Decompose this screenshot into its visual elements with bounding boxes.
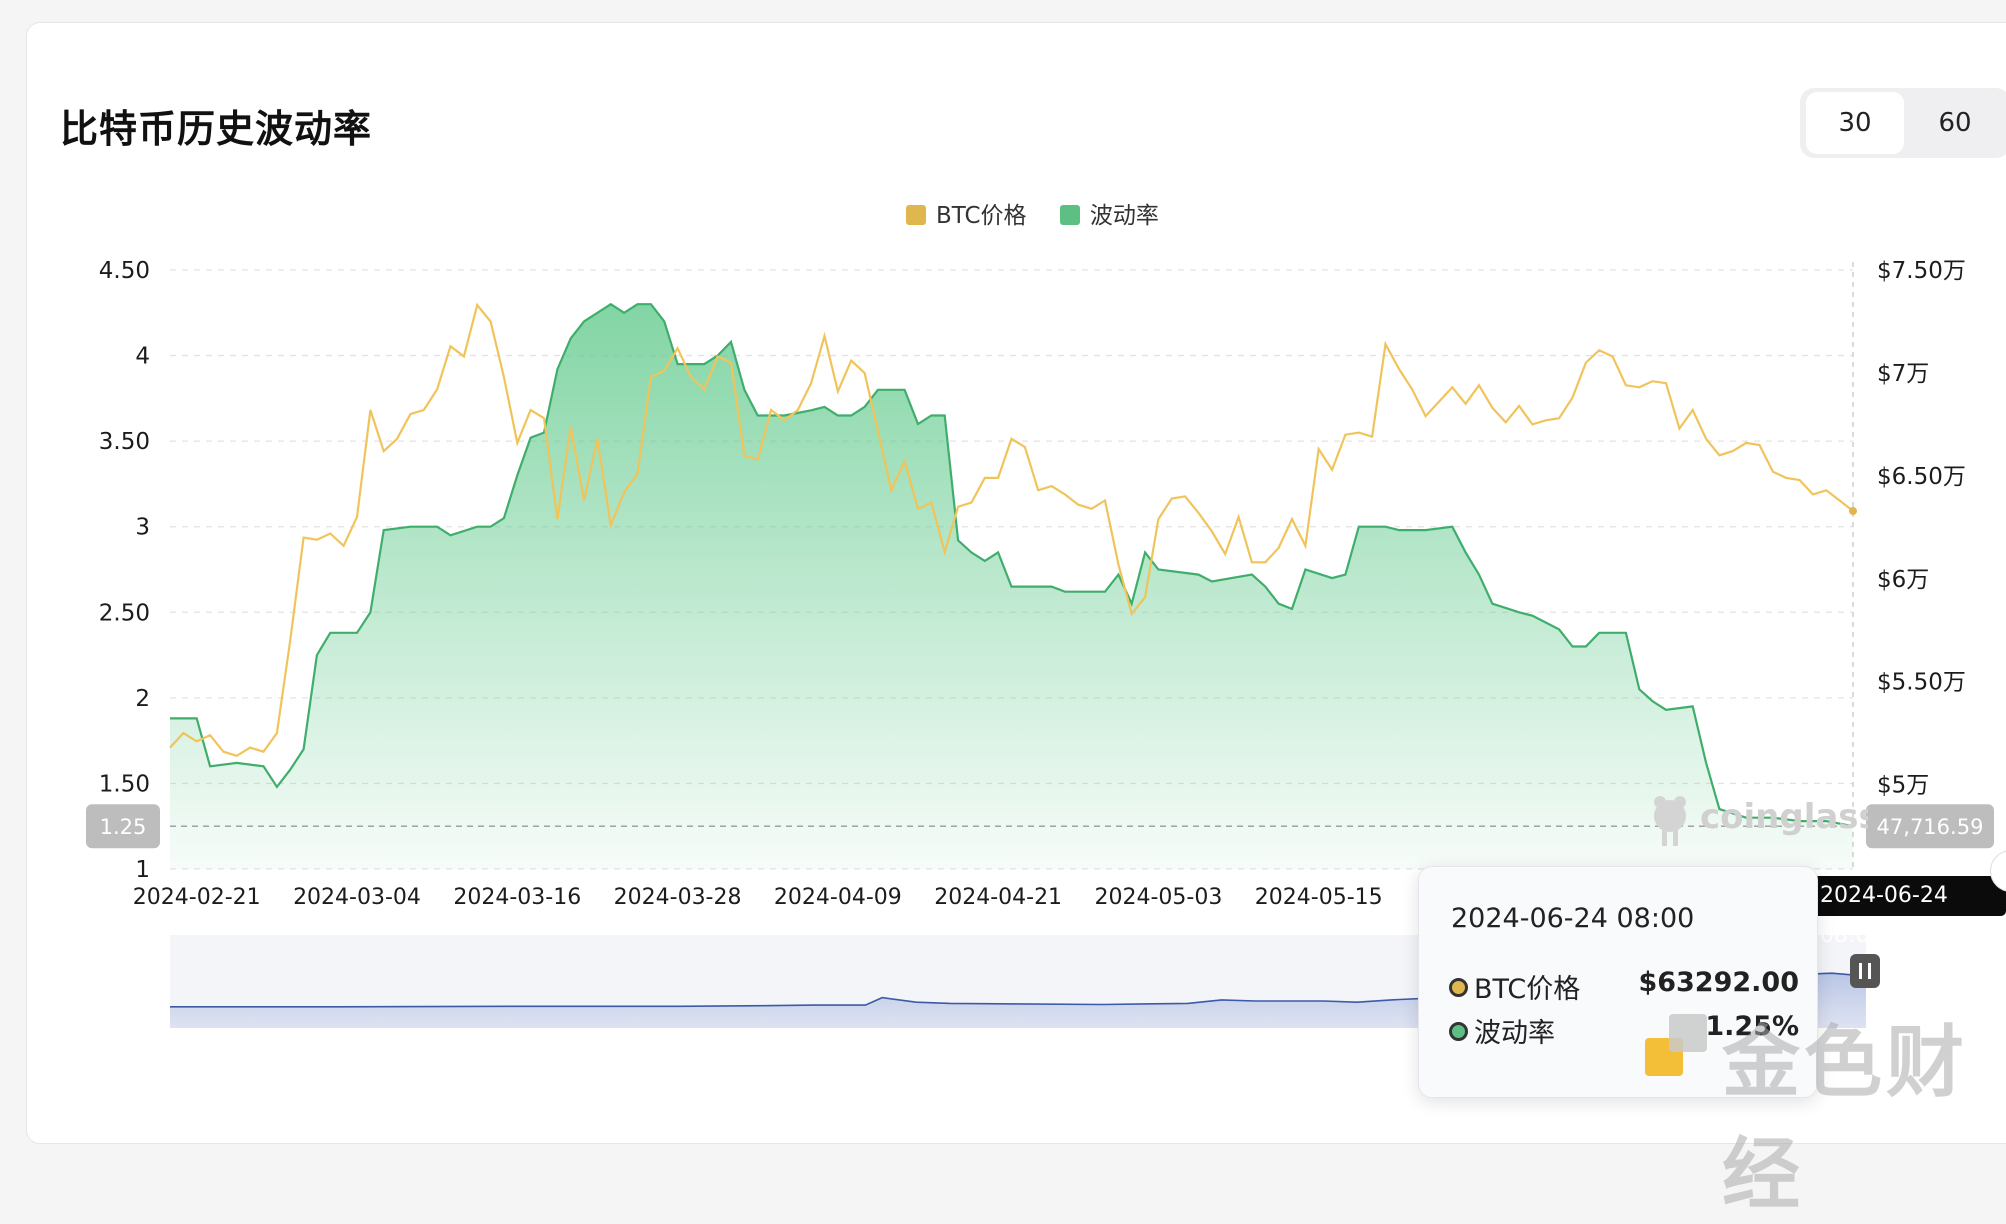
- y-right-tick-label: $5万: [1877, 773, 1929, 799]
- y-left-tick-label: 3: [135, 515, 150, 541]
- tooltip-date: 2024-06-24 08:00: [1451, 903, 1695, 934]
- navigator-pause-button[interactable]: [1850, 954, 1880, 988]
- x-tick-label: 2024-02-21: [133, 885, 261, 910]
- tooltip-dot-price: [1449, 978, 1468, 997]
- tooltip-value-price: $63292.00: [1638, 967, 1799, 998]
- y-right-tick-label: $6.50万: [1877, 464, 1966, 490]
- y-right-tick-label: $7.50万: [1877, 258, 1966, 284]
- crosshair-x-label: 2024-06-24 08:00: [1808, 876, 2006, 948]
- y-right-tick-label: $6万: [1877, 567, 1929, 593]
- price-end-point: [1849, 506, 1857, 515]
- jinse-logo-icon: [1645, 1014, 1707, 1076]
- coinglass-text: coinglass: [1700, 797, 1868, 837]
- y-left-tick-label: 1.50: [99, 771, 150, 797]
- y-left-tick-label: 2.50: [99, 600, 150, 626]
- y-left-tick-label: 4: [135, 344, 150, 370]
- x-tick-label: 2024-03-28: [614, 885, 742, 910]
- x-tick-label: 2024-05-03: [1094, 885, 1222, 910]
- coinglass-watermark: coinglass: [1648, 792, 1879, 856]
- x-tick-label: 2024-04-21: [934, 885, 1062, 910]
- y-left-tick-label: 4.50: [99, 258, 150, 284]
- tooltip-dot-volatility: [1449, 1022, 1468, 1041]
- x-tick-label: 2024-03-04: [293, 885, 421, 910]
- tooltip-label-price: BTC价格: [1474, 974, 1581, 1005]
- tooltip-label-volatility: 波动率: [1474, 1018, 1555, 1049]
- x-tick-label: 2024-04-09: [774, 885, 902, 910]
- x-tick-label: 2024-05-15: [1255, 885, 1383, 910]
- y-right-tick-label: $5.50万: [1877, 670, 1966, 696]
- y-left-tick-label: 2: [135, 686, 150, 712]
- x-tick-label: 2024-03-16: [453, 885, 581, 910]
- crosshair-price-label: 47,716.59: [1877, 815, 1984, 839]
- jinse-watermark: 金色财经: [1722, 1018, 1969, 1220]
- crosshair-y-label: 1.25: [100, 815, 147, 839]
- y-left-tick-label: 1: [135, 857, 150, 883]
- y-right-tick-label: $7万: [1877, 361, 1929, 387]
- coinglass-logo-icon: coinglass: [1654, 796, 1879, 846]
- y-left-tick-label: 3.50: [99, 429, 150, 455]
